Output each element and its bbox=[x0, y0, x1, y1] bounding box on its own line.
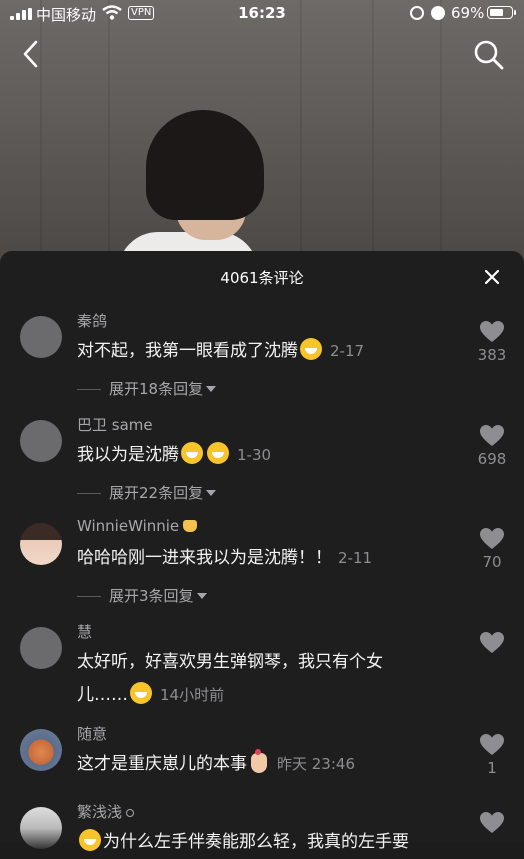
finger-heart-emoji bbox=[251, 749, 267, 773]
status-bar: 中国移动 VPN 16:23 69% bbox=[0, 0, 524, 28]
avatar[interactable] bbox=[20, 627, 62, 669]
comments-sheet: 4061条评论 秦鸽 对不起，我第一眼看成了沈腾 2-17 383 展开18条回复… bbox=[0, 251, 524, 852]
status-time: 16:23 bbox=[238, 4, 286, 22]
caret-down-icon bbox=[196, 593, 207, 599]
expand-replies[interactable]: 展开18条回复 bbox=[77, 378, 217, 399]
like-count: 383 bbox=[477, 346, 507, 364]
comment-time: 昨天 23:46 bbox=[277, 755, 355, 773]
like-count: 70 bbox=[482, 553, 502, 571]
comment-time: 2-11 bbox=[338, 549, 373, 567]
comment-text: 哈哈哈刚一进来我以为是沈腾！！ 2-11 bbox=[77, 548, 373, 568]
like-count: 698 bbox=[477, 450, 507, 468]
heart-icon bbox=[480, 321, 504, 342]
battery-icon bbox=[487, 6, 513, 19]
avatar[interactable] bbox=[20, 420, 62, 462]
like-button[interactable]: 70 bbox=[472, 527, 512, 571]
like-button[interactable]: 698 bbox=[472, 424, 512, 468]
heart-icon bbox=[480, 425, 504, 446]
like-count: 1 bbox=[487, 759, 497, 777]
video-person-hair bbox=[146, 110, 264, 220]
comment-username[interactable]: 繁浅浅 bbox=[77, 801, 135, 822]
laugh-emoji bbox=[130, 682, 152, 704]
comment-text: 这才是重庆崽儿的本事 昨天 23:46 bbox=[77, 749, 355, 774]
back-button[interactable] bbox=[18, 38, 46, 70]
rotation-lock-icon bbox=[410, 6, 424, 20]
comment-username[interactable]: 巴卫 same bbox=[77, 414, 153, 435]
caret-down-icon bbox=[206, 386, 217, 392]
video-background bbox=[0, 0, 524, 270]
comment-text: 我以为是沈腾 1-30 bbox=[77, 439, 457, 472]
search-icon bbox=[474, 40, 504, 70]
avatar[interactable] bbox=[20, 523, 62, 565]
grin-emoji bbox=[300, 338, 322, 360]
comment-username[interactable]: WinnieWinnie bbox=[77, 517, 198, 535]
heart-icon bbox=[480, 812, 504, 833]
chevron-left-icon bbox=[23, 40, 38, 68]
comment-time: 2-17 bbox=[330, 342, 365, 360]
search-button[interactable] bbox=[472, 38, 506, 72]
comment-time: 14小时前 bbox=[160, 686, 225, 704]
comments-count-title: 4061条评论 bbox=[220, 269, 304, 287]
cat-emoji bbox=[183, 520, 198, 532]
like-button[interactable]: 383 bbox=[472, 320, 512, 364]
like-button[interactable] bbox=[472, 631, 512, 657]
avatar[interactable] bbox=[20, 729, 62, 771]
expand-replies[interactable]: 展开3条回复 bbox=[77, 585, 207, 606]
avatar[interactable] bbox=[20, 316, 62, 358]
badge-icon bbox=[126, 809, 135, 817]
close-icon bbox=[484, 269, 500, 285]
caret-down-icon bbox=[206, 490, 217, 496]
alarm-icon bbox=[431, 6, 445, 20]
battery-percent: 69% bbox=[451, 4, 485, 22]
comment-time: 1-30 bbox=[237, 446, 272, 464]
like-button[interactable]: 1 bbox=[472, 733, 512, 777]
heart-icon bbox=[480, 632, 504, 653]
laugh-emoji bbox=[207, 442, 229, 464]
sweat-emoji bbox=[79, 829, 101, 851]
comment-username[interactable]: 秦鸽 bbox=[77, 310, 107, 331]
close-button[interactable] bbox=[481, 266, 503, 288]
expand-replies[interactable]: 展开22条回复 bbox=[77, 482, 217, 503]
comment-text: 太好听，好喜欢男生弹钢琴，我只有个女 儿…… 14小时前 bbox=[77, 652, 383, 705]
comment-username[interactable]: 慧 bbox=[77, 621, 92, 642]
comment-text: 对不起，我第一眼看成了沈腾 2-17 bbox=[77, 335, 457, 368]
like-button[interactable] bbox=[472, 811, 512, 835]
heart-icon bbox=[480, 734, 504, 755]
laugh-emoji bbox=[181, 442, 203, 464]
comment-username[interactable]: 随意 bbox=[77, 723, 107, 744]
heart-icon bbox=[480, 528, 504, 549]
